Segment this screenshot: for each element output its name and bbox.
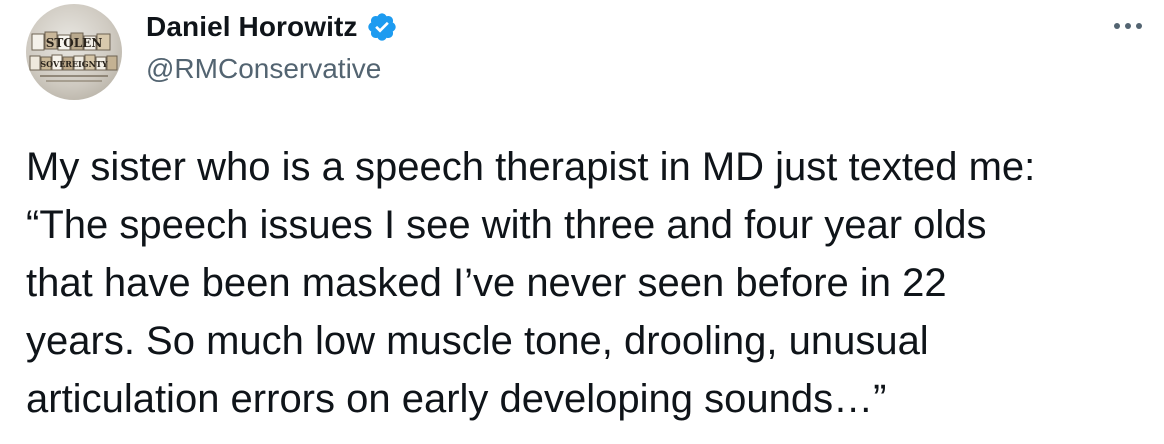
avatar-line1: STOLEN — [46, 36, 103, 50]
tweet-text-line: years. So much low muscle tone, drooling… — [26, 319, 929, 363]
more-dot — [1125, 23, 1131, 29]
more-options-icon[interactable] — [1108, 14, 1148, 38]
tweet-text-line: My sister who is a speech therapist in M… — [26, 145, 1036, 189]
more-dot — [1114, 23, 1120, 29]
tweet: STOLEN SOVEREIGNTY Daniel Horowitz @RMCo… — [0, 0, 1164, 444]
avatar-line2: SOVEREIGNTY — [40, 59, 107, 69]
more-dot — [1136, 23, 1142, 29]
avatar[interactable]: STOLEN SOVEREIGNTY — [26, 4, 122, 100]
tweet-text-line: “The speech issues I see with three and … — [26, 203, 987, 247]
tweet-text: My sister who is a speech therapist in M… — [26, 138, 1156, 428]
tweet-text-line: articulation errors on early developing … — [26, 377, 887, 421]
author-display-name[interactable]: Daniel Horowitz — [146, 10, 358, 44]
verified-badge-icon — [366, 11, 398, 43]
author-handle[interactable]: @RMConservative — [146, 52, 381, 86]
author-name-row[interactable]: Daniel Horowitz — [146, 10, 398, 44]
avatar-logo-icon: STOLEN SOVEREIGNTY — [29, 31, 118, 82]
tweet-text-line: that have been masked I’ve never seen be… — [26, 261, 947, 305]
